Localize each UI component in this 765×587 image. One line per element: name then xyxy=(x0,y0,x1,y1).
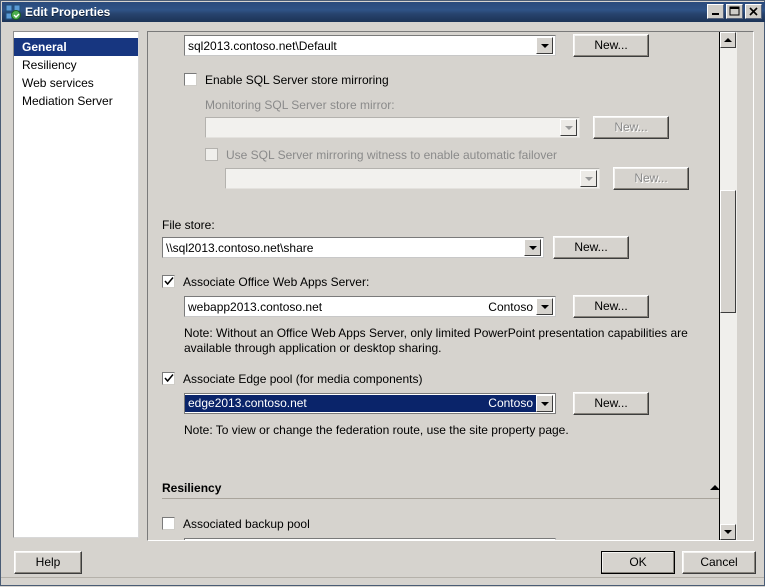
lync-topology-icon xyxy=(5,4,21,20)
checkmark-icon xyxy=(164,277,174,286)
backup-pool-combo[interactable] xyxy=(184,538,556,540)
office-web-apps-new-button[interactable]: New... xyxy=(573,295,649,318)
section-divider xyxy=(162,498,720,499)
settings-pane: sql2013.contoso.net\Default New... Enabl… xyxy=(147,31,754,541)
scroll-up-button[interactable] xyxy=(720,32,736,48)
sidebar-item-label: General xyxy=(22,40,67,54)
office-web-apps-value: webapp2013.contoso.net xyxy=(188,299,323,314)
page-list[interactable]: General Resiliency Web services Mediatio… xyxy=(13,31,139,538)
mirroring-witness-label: Use SQL Server mirroring witness to enab… xyxy=(226,148,558,162)
window-title: Edit Properties xyxy=(25,5,111,19)
office-web-apps-suffix: Contoso xyxy=(488,299,533,314)
settings-scroll-content: sql2013.contoso.net\Default New... Enabl… xyxy=(148,32,737,540)
sql-store-value: sql2013.contoso.net\Default xyxy=(188,38,337,53)
monitoring-mirror-combo xyxy=(205,117,580,138)
chevron-down-icon[interactable] xyxy=(536,37,553,54)
vertical-scrollbar[interactable] xyxy=(719,32,737,540)
minimize-icon xyxy=(712,13,719,15)
edge-pool-value: edge2013.contoso.net xyxy=(185,395,487,412)
sidebar-item-label: Resiliency xyxy=(22,58,77,72)
sidebar-item-general[interactable]: General xyxy=(14,38,138,56)
backup-pool-checkbox[interactable] xyxy=(162,517,175,530)
cancel-button[interactable]: Cancel xyxy=(682,551,756,574)
dialog-footer: Help OK Cancel xyxy=(1,547,765,587)
checkmark-icon xyxy=(164,374,174,383)
edge-pool-note: Note: To view or change the federation r… xyxy=(184,423,569,437)
office-web-apps-note: Note: Without an Office Web Apps Server,… xyxy=(184,326,688,355)
monitoring-mirror-label: Monitoring SQL Server store mirror: xyxy=(205,98,395,112)
chevron-down-icon[interactable] xyxy=(536,298,553,315)
mirroring-witness-combo xyxy=(225,168,600,189)
chevron-down-icon[interactable] xyxy=(536,395,553,412)
file-store-combo[interactable]: \\sql2013.contoso.net\share xyxy=(162,237,544,258)
scrollbar-thumb[interactable] xyxy=(720,190,736,313)
office-web-apps-checkbox[interactable] xyxy=(162,275,175,288)
footer-divider xyxy=(1,577,764,578)
edge-pool-checkbox[interactable] xyxy=(162,372,175,385)
file-store-new-button[interactable]: New... xyxy=(553,236,629,259)
ok-button[interactable]: OK xyxy=(601,551,675,574)
title-bar: Edit Properties xyxy=(2,2,765,22)
file-store-label: File store: xyxy=(162,218,215,232)
resiliency-section-heading: Resiliency xyxy=(162,481,222,495)
mirroring-witness-new-button: New... xyxy=(613,167,689,190)
chevron-down-icon[interactable] xyxy=(524,239,541,256)
close-icon xyxy=(749,7,758,16)
sidebar-item-web-services[interactable]: Web services xyxy=(14,74,138,92)
sidebar-item-label: Web services xyxy=(22,76,94,90)
monitoring-mirror-new-button: New... xyxy=(593,116,669,139)
close-button[interactable] xyxy=(745,4,762,19)
file-store-value: \\sql2013.contoso.net\share xyxy=(166,240,314,255)
maximize-button[interactable] xyxy=(726,4,743,19)
mirroring-witness-checkbox xyxy=(205,148,218,161)
sql-store-combo[interactable]: sql2013.contoso.net\Default xyxy=(184,35,556,56)
scroll-down-button[interactable] xyxy=(720,524,736,540)
backup-pool-label: Associated backup pool xyxy=(183,517,310,531)
sql-store-new-button[interactable]: New... xyxy=(573,34,649,57)
enable-mirroring-checkbox[interactable] xyxy=(184,73,197,86)
office-web-apps-label: Associate Office Web Apps Server: xyxy=(183,275,370,289)
edit-properties-dialog: Edit Properties General Resiliency Web s… xyxy=(0,0,765,586)
sidebar-item-label: Mediation Server xyxy=(22,94,113,108)
window-controls xyxy=(707,4,762,19)
edge-pool-new-button[interactable]: New... xyxy=(573,392,649,415)
triangle-down-icon xyxy=(724,530,732,534)
office-web-apps-combo[interactable]: webapp2013.contoso.net Contoso xyxy=(184,296,556,317)
edge-pool-combo[interactable]: edge2013.contoso.net Contoso xyxy=(184,393,556,414)
maximize-icon xyxy=(729,6,740,16)
edge-pool-suffix: Contoso xyxy=(486,395,536,412)
minimize-button[interactable] xyxy=(707,4,724,19)
chevron-down-icon xyxy=(580,170,597,187)
sidebar-item-mediation-server[interactable]: Mediation Server xyxy=(14,92,138,110)
enable-mirroring-label: Enable SQL Server store mirroring xyxy=(205,73,389,87)
chevron-down-icon xyxy=(560,119,577,136)
sidebar-item-resiliency[interactable]: Resiliency xyxy=(14,56,138,74)
help-button[interactable]: Help xyxy=(14,551,82,574)
edge-pool-label: Associate Edge pool (for media component… xyxy=(183,372,423,386)
triangle-up-icon xyxy=(724,38,732,42)
